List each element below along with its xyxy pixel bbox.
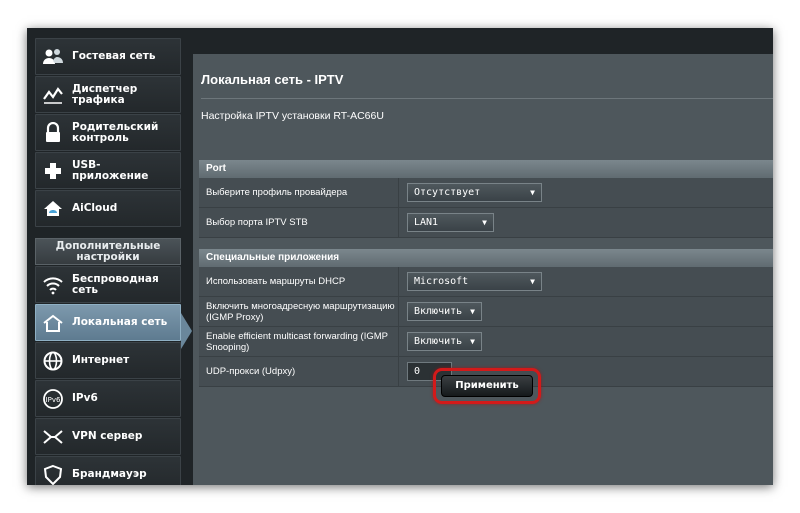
wireless-icon [42,274,64,296]
chevron-down-icon: ▼ [530,188,535,197]
sidebar-item-label: VPN сервер [72,430,143,442]
select-value: Microsoft [414,276,469,287]
sidebar-item-internet[interactable]: Интернет [35,342,181,379]
internet-icon [42,350,64,372]
sidebar-item-label: USB-приложение [72,158,149,182]
sidebar-item-lan[interactable]: Локальная сеть [35,304,181,341]
chevron-down-icon: ▼ [530,277,535,286]
guest-network-icon [42,46,64,68]
active-item-pointer [181,313,192,349]
firewall-icon [42,464,64,486]
page-title: Локальная сеть - IPTV [201,72,344,87]
row-label: Выбор порта IPTV STB [199,208,399,237]
select-value: LAN1 [414,217,439,228]
igmp-proxy-select[interactable]: Включить ▼ [407,302,482,321]
parental-control-icon [42,121,64,144]
chevron-down-icon: ▼ [470,337,475,346]
sidebar: Гостевая сеть Диспетчер трафика Родитель… [35,28,210,485]
row-label: Включить многоадресную маршрутизацию (IG… [199,297,399,326]
dhcp-routes-select[interactable]: Microsoft ▼ [407,272,542,291]
sidebar-item-ipv6[interactable]: IPv6 IPv6 [35,380,181,417]
sidebar-item-label: Локальная сеть [72,316,168,328]
sidebar-item-label: Родительский контроль [72,120,159,144]
sidebar-item-label: Интернет [72,354,130,366]
row-label: UDP-прокси (Udpxy) [199,357,399,386]
sidebar-item-traffic-manager[interactable]: Диспетчер трафика [35,76,181,113]
title-divider [201,98,773,99]
select-value: Включить [414,306,463,317]
sidebar-item-label: Гостевая сеть [72,50,156,62]
sidebar-item-parental-control[interactable]: Родительский контроль [35,114,181,151]
page-subtitle: Настройка IPTV установки RT-AC66U [201,110,384,122]
row-label: Enable efficient multicast forwarding (I… [199,327,399,356]
settings-row: Включить многоадресную маршрутизацию (IG… [199,297,773,327]
sidebar-item-label: Беспроводная сеть [72,272,159,296]
settings-row: Использовать маршруты DHCP Microsoft ▼ [199,267,773,297]
ipv6-icon: IPv6 [42,388,64,410]
sidebar-item-label: Диспетчер трафика [72,82,138,106]
provider-profile-select[interactable]: Отсутствует ▼ [407,183,542,202]
sidebar-item-label: Брандмауэр [72,468,147,480]
vpn-icon [42,426,64,448]
sidebar-item-label: IPv6 [72,392,98,404]
section-header-port: Port [199,160,773,178]
row-label: Выберите профиль провайдера [199,178,399,207]
section-header-special-apps: Специальные приложения [199,249,773,267]
settings-row: Enable efficient multicast forwarding (I… [199,327,773,357]
row-label: Использовать маршруты DHCP [199,267,399,296]
sidebar-item-label: AiCloud [72,202,118,214]
apply-button-highlight: Применить [433,368,541,404]
select-value: Включить [414,336,463,347]
sidebar-item-vpn[interactable]: VPN сервер [35,418,181,455]
apply-button[interactable]: Применить [441,375,533,397]
aicloud-icon [42,198,64,220]
sidebar-item-guest-network[interactable]: Гостевая сеть [35,38,181,75]
main-panel: Локальная сеть - IPTV Настройка IPTV уст… [193,54,773,485]
usb-application-icon [42,160,64,182]
lan-icon [42,312,64,334]
iptv-stb-port-select[interactable]: LAN1 ▼ [407,213,494,232]
advanced-settings-header: Дополнительные настройки [35,238,181,265]
traffic-manager-icon [42,84,64,106]
settings-row: Выберите профиль провайдера Отсутствует … [199,178,773,208]
chevron-down-icon: ▼ [470,307,475,316]
sidebar-item-wireless[interactable]: Беспроводная сеть [35,266,181,303]
select-value: Отсутствует [414,187,481,198]
chevron-down-icon: ▼ [482,218,487,227]
settings-row: Выбор порта IPTV STB LAN1 ▼ [199,208,773,238]
sidebar-item-firewall[interactable]: Брандмауэр [35,456,181,485]
igmp-snooping-select[interactable]: Включить ▼ [407,332,482,351]
router-admin-window: Гостевая сеть Диспетчер трафика Родитель… [27,28,773,485]
sidebar-item-usb-application[interactable]: USB-приложение [35,152,181,189]
sidebar-item-aicloud[interactable]: AiCloud [35,190,181,227]
svg-text:IPv6: IPv6 [46,396,61,404]
